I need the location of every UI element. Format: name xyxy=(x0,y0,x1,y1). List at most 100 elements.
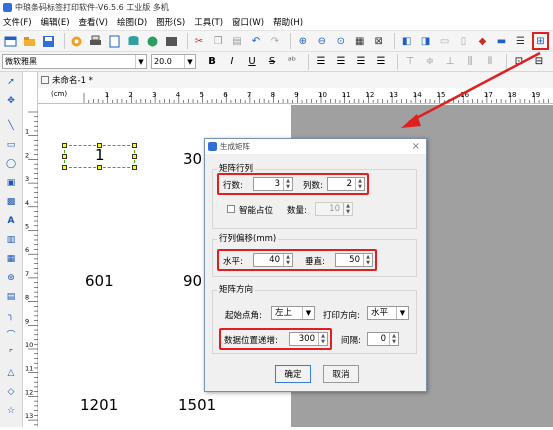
arc-icon[interactable]: ⌒ xyxy=(3,327,19,342)
curve-icon[interactable]: ╮ xyxy=(3,308,19,323)
menu-view[interactable]: 查看(V) xyxy=(79,16,108,28)
ruler-label: 12 xyxy=(365,91,374,99)
menu-tools[interactable]: 工具(T) xyxy=(194,16,223,28)
barcode-tool-icon[interactable]: ▥ xyxy=(3,232,19,247)
spinner-icon[interactable]: ▲ ▼ xyxy=(283,254,292,266)
italic-button[interactable]: I xyxy=(224,54,240,70)
canvas-text-1501[interactable]: 1501 xyxy=(178,396,216,414)
start-corner-select[interactable]: 左上 ▼ xyxy=(271,306,315,320)
line-icon[interactable]: ╲ xyxy=(3,118,19,133)
pan-icon[interactable]: ✥ xyxy=(3,93,19,108)
resize-handle[interactable] xyxy=(62,165,67,170)
resize-handle[interactable] xyxy=(62,143,67,148)
rfid-icon[interactable]: ⊛ xyxy=(3,270,19,285)
resize-handle[interactable] xyxy=(132,165,137,170)
picture-icon[interactable]: ▩ xyxy=(3,194,19,209)
text-align-center-icon[interactable]: ☰ xyxy=(333,54,349,70)
menu-shape[interactable]: 图形(S) xyxy=(156,16,185,28)
save-icon[interactable] xyxy=(41,33,56,49)
menu-file[interactable]: 文件(F) xyxy=(3,16,32,28)
new-icon[interactable] xyxy=(3,33,18,49)
spinner-icon[interactable]: ▲ ▼ xyxy=(343,203,352,215)
resize-handle[interactable] xyxy=(62,154,67,159)
canvas-text-601[interactable]: 601 xyxy=(85,272,114,290)
canvas-text-1[interactable]: 1 xyxy=(95,146,105,164)
rows-input[interactable]: 3 ▲ ▼ xyxy=(253,177,293,191)
canvas-text-30[interactable]: 30 xyxy=(183,150,202,168)
vertical-offset-input[interactable]: 50 ▲ ▼ xyxy=(335,253,373,267)
text-icon[interactable]: A xyxy=(3,213,19,228)
menu-help[interactable]: 帮助(H) xyxy=(273,16,303,28)
bracket-icon[interactable]: ⌜ xyxy=(3,346,19,361)
open-icon[interactable] xyxy=(22,33,37,49)
layer-icon[interactable]: ◆ xyxy=(475,33,490,49)
menu-window[interactable]: 窗口(W) xyxy=(232,16,264,28)
underline-button[interactable]: U xyxy=(244,54,260,70)
spinner-icon[interactable]: ▲ ▼ xyxy=(389,333,398,345)
barcode-icon[interactable] xyxy=(164,33,179,49)
cut-icon[interactable]: ✂ xyxy=(192,33,207,49)
start-corner-label: 起始点角: xyxy=(225,311,262,321)
print-direction-select[interactable]: 水平 ▼ xyxy=(367,306,409,320)
format-icon[interactable]: ᵃᵇ xyxy=(284,54,300,70)
close-icon[interactable]: × xyxy=(412,141,420,152)
resize-handle[interactable] xyxy=(97,165,102,170)
text-align-left-icon[interactable]: ☰ xyxy=(313,54,329,70)
spinner-icon[interactable]: ▲ ▼ xyxy=(363,254,372,266)
table-icon[interactable]: ▤ xyxy=(3,289,19,304)
settings-icon[interactable] xyxy=(69,33,84,49)
spinner-icon[interactable]: ▲ ▼ xyxy=(283,178,292,190)
diamond-icon[interactable]: ◇ xyxy=(3,384,19,399)
cols-input[interactable]: 2 ▲ ▼ xyxy=(327,177,365,191)
text-align-right-icon[interactable]: ☰ xyxy=(353,54,369,70)
resize-handle[interactable] xyxy=(132,143,137,148)
bold-button[interactable]: B xyxy=(204,54,220,70)
fullscreen-icon[interactable]: ⊠ xyxy=(371,33,386,49)
canvas-text-1201[interactable]: 1201 xyxy=(80,396,118,414)
grid-icon[interactable]: ▦ xyxy=(352,33,367,49)
ok-button[interactable]: 确定 xyxy=(275,365,311,383)
resize-handle[interactable] xyxy=(132,154,137,159)
redo-icon[interactable]: ↷ xyxy=(267,33,282,49)
align-right-icon[interactable]: ◨ xyxy=(418,33,433,49)
database-icon[interactable] xyxy=(126,33,141,49)
paste-icon[interactable]: ▤ xyxy=(230,33,245,49)
rectangle-icon[interactable]: ▭ xyxy=(3,137,19,152)
font-size-select[interactable]: 20.0 ▼ xyxy=(151,54,196,69)
font-family-select[interactable]: 微软雅黑 ▼ xyxy=(2,54,147,69)
stack-icon[interactable]: ▬ xyxy=(494,33,509,49)
smart-placement-checkbox[interactable] xyxy=(227,205,235,213)
spinner-icon[interactable]: ▲ ▼ xyxy=(318,333,327,345)
ungroup-icon[interactable]: ▯ xyxy=(456,33,471,49)
align-left-icon[interactable]: ◧ xyxy=(399,33,414,49)
tab-document[interactable]: 未命名-1 * xyxy=(52,74,93,86)
ellipse-icon[interactable]: ◯ xyxy=(3,156,19,171)
undo-icon[interactable]: ↶ xyxy=(249,33,264,49)
text-justify-icon[interactable]: ☰ xyxy=(373,54,389,70)
group-icon[interactable]: ▭ xyxy=(437,33,452,49)
gap-input[interactable]: 0 ▲ ▼ xyxy=(367,332,399,346)
image-icon[interactable]: ▣ xyxy=(3,175,19,190)
color-icon[interactable] xyxy=(145,33,160,49)
menu-draw[interactable]: 绘图(D) xyxy=(117,16,147,28)
print-icon[interactable] xyxy=(88,33,103,49)
matrix-icon[interactable]: ⊞ xyxy=(531,32,550,50)
list-icon[interactable]: ☰ xyxy=(513,33,528,49)
count-input[interactable]: 10 ▲ ▼ xyxy=(315,202,353,216)
zoom-out-icon[interactable]: ⊖ xyxy=(314,33,329,49)
triangle-icon[interactable]: △ xyxy=(3,365,19,380)
horizontal-offset-input[interactable]: 40 ▲ ▼ xyxy=(253,253,293,267)
copy-icon[interactable]: ❐ xyxy=(211,33,226,49)
menu-edit[interactable]: 编辑(E) xyxy=(41,16,70,28)
pointer-icon[interactable]: ➚ xyxy=(3,74,19,89)
increment-input[interactable]: 300 ▲ ▼ xyxy=(289,332,328,346)
cancel-button[interactable]: 取消 xyxy=(323,365,359,383)
zoom-in-icon[interactable]: ⊕ xyxy=(295,33,310,49)
qrcode-icon[interactable]: ▦ xyxy=(3,251,19,266)
zoom-fit-icon[interactable]: ⊙ xyxy=(333,33,348,49)
canvas-text-90[interactable]: 90 xyxy=(183,272,202,290)
strikethrough-button[interactable]: S xyxy=(264,54,280,70)
star-icon[interactable]: ☆ xyxy=(3,403,19,418)
preview-icon[interactable] xyxy=(107,33,122,49)
spinner-icon[interactable]: ▲ ▼ xyxy=(355,178,364,190)
